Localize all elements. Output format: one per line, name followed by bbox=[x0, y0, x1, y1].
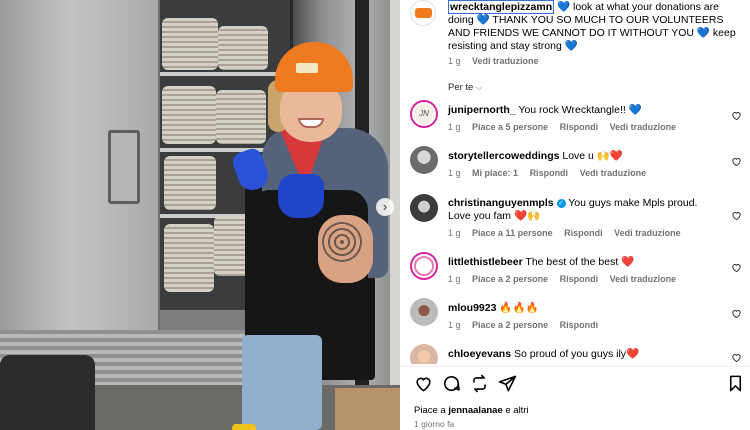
fridge-shelf bbox=[160, 72, 290, 76]
comment-likes[interactable]: Piace a 2 persone bbox=[472, 274, 548, 284]
comment-time: 1 g bbox=[448, 122, 461, 132]
comment-time: 1 g bbox=[448, 168, 461, 178]
comment-text: The best of the best ❤️ bbox=[525, 256, 635, 268]
comment-likes[interactable]: Piace a 11 persone bbox=[472, 228, 553, 238]
sort-dropdown[interactable]: Per te ⌵ bbox=[448, 82, 482, 93]
comment-username[interactable]: chloeyevans bbox=[448, 348, 511, 360]
chevron-right-icon[interactable]: › bbox=[376, 198, 394, 216]
comment-username[interactable]: storytellercoweddings bbox=[448, 150, 559, 162]
chevron-down-icon: ⌵ bbox=[476, 83, 483, 92]
comment-text: Love u 🙌❤️ bbox=[562, 150, 623, 162]
comment-time: 1 g bbox=[448, 228, 461, 238]
comment-avatar[interactable] bbox=[410, 252, 438, 280]
person-tattoo bbox=[322, 222, 362, 262]
bucket bbox=[0, 355, 95, 430]
pizza-tray-stack bbox=[164, 156, 216, 210]
sort-label: Per te bbox=[448, 82, 474, 93]
verified-icon: ✓ bbox=[556, 198, 566, 208]
comment-likes[interactable]: Piace a 5 persone bbox=[472, 122, 548, 132]
liked-by-prefix: Piace a bbox=[414, 405, 446, 416]
comment-text: So proud of you guys ily❤️ bbox=[513, 348, 640, 360]
comment-likes[interactable]: Mi piace: 1 bbox=[472, 168, 518, 178]
comment-icon[interactable] bbox=[442, 374, 462, 394]
liked-by-suffix: e altri bbox=[505, 405, 529, 416]
reply-link[interactable]: Rispondi bbox=[560, 122, 599, 132]
comment-item: chloeyevans So proud of you guys ily❤️ bbox=[410, 344, 750, 364]
post-photo[interactable]: › bbox=[0, 0, 400, 430]
comment-username[interactable]: christinanguyenmpls bbox=[448, 197, 554, 209]
pizza-tray-stack bbox=[162, 18, 218, 70]
reply-link[interactable]: Rispondi bbox=[560, 320, 599, 330]
cardboard-box bbox=[335, 388, 400, 430]
reply-link[interactable]: Rispondi bbox=[564, 228, 603, 238]
pizza-tray-stack bbox=[216, 90, 266, 144]
translate-link[interactable]: Vedi traduzione bbox=[610, 274, 677, 284]
pizza-tray-stack bbox=[164, 224, 214, 292]
heart-icon[interactable] bbox=[730, 110, 742, 122]
comment-username[interactable]: junipernorth_ bbox=[448, 104, 516, 116]
heart-icon[interactable] bbox=[730, 156, 742, 168]
reply-link[interactable]: Rispondi bbox=[530, 168, 569, 178]
translate-link[interactable]: Vedi traduzione bbox=[610, 122, 677, 132]
repost-icon[interactable] bbox=[470, 374, 490, 394]
post-actions bbox=[410, 374, 746, 394]
caption-time: 1 g bbox=[448, 56, 461, 66]
comment-time: 1 g bbox=[448, 274, 461, 284]
liked-by[interactable]: Piace a jennaalanae e altri bbox=[414, 405, 529, 416]
caption-translate-link[interactable]: Vedi traduzione bbox=[472, 56, 539, 66]
reply-link[interactable]: Rispondi bbox=[560, 274, 599, 284]
heart-icon[interactable] bbox=[730, 352, 742, 364]
comment-text: 🔥🔥🔥 bbox=[499, 302, 539, 314]
author-avatar[interactable] bbox=[410, 0, 436, 26]
person-jeans bbox=[242, 335, 322, 430]
fridge-handle bbox=[108, 130, 140, 204]
comment-time: 1 g bbox=[448, 320, 461, 330]
share-icon[interactable] bbox=[498, 374, 518, 394]
comment-avatar[interactable]: JN bbox=[410, 100, 438, 128]
heart-icon[interactable] bbox=[730, 308, 742, 320]
divider bbox=[400, 366, 750, 367]
heart-icon[interactable] bbox=[730, 210, 742, 222]
heart-icon[interactable] bbox=[414, 374, 434, 394]
heart-icon[interactable] bbox=[730, 262, 742, 274]
comment-username[interactable]: littlethistlebeer bbox=[448, 256, 523, 268]
comment-text: You rock Wrecktangle!! 💙 bbox=[518, 104, 642, 116]
liked-by-user[interactable]: jennaalanae bbox=[448, 405, 502, 416]
comment-avatar[interactable] bbox=[410, 344, 438, 364]
sponge bbox=[232, 424, 256, 430]
bookmark-icon[interactable] bbox=[726, 374, 746, 394]
author-username[interactable]: wrecktanglepizzamn bbox=[448, 0, 555, 14]
post-age: 1 giorno fa bbox=[414, 419, 455, 429]
comment-username[interactable]: mlou9923 bbox=[448, 302, 496, 314]
translate-link[interactable]: Vedi traduzione bbox=[580, 168, 647, 178]
comment-avatar[interactable] bbox=[410, 194, 438, 222]
comment-avatar[interactable] bbox=[410, 146, 438, 174]
pizza-tray-stack bbox=[162, 86, 216, 144]
beanie-patch bbox=[296, 63, 318, 73]
translate-link[interactable]: Vedi traduzione bbox=[614, 228, 681, 238]
comment-likes[interactable]: Piace a 2 persone bbox=[472, 320, 548, 330]
pizza-tray-stack bbox=[218, 26, 268, 70]
comment-avatar[interactable] bbox=[410, 298, 438, 326]
thumbs-up-glove-right bbox=[278, 174, 324, 218]
